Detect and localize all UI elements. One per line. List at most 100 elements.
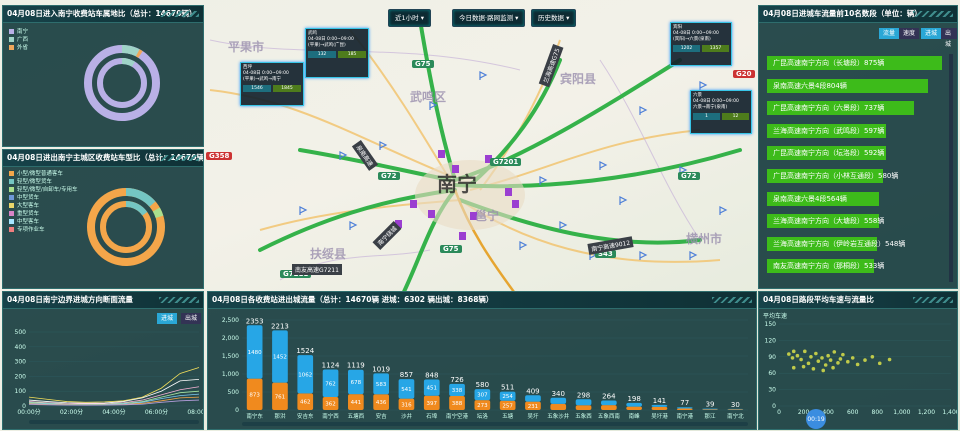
bar-segment-out[interactable] [651,406,668,410]
legend-item[interactable]: 大型客车 [9,202,78,210]
chart-zoom-slider[interactable] [242,422,748,426]
legend-item[interactable]: 重型货车 [9,210,78,218]
toggle-in-city[interactable]: 进城 [921,28,942,39]
scatter-point[interactable] [787,352,791,356]
scatter-point[interactable] [821,368,826,373]
legend-item[interactable]: 小型/微型普通客车 [9,170,78,178]
legend-item[interactable]: 轻型/微型货车 [9,178,78,186]
toggle-speed[interactable]: 速度 [899,28,920,39]
toggle-flow[interactable]: 流量 [879,28,900,39]
map-station-card[interactable]: 西坪 04-08日 0:00~09:00 (平果)→武鸣→南宁 1546 1845 [240,62,304,106]
scatter-point[interactable] [791,349,796,354]
bar-segment-in[interactable] [676,407,693,409]
scatter-point[interactable] [855,362,860,367]
scatter-point[interactable] [799,357,803,362]
time-range-select[interactable]: 近1小时 ▾ [388,9,431,27]
bar-segment-out[interactable] [601,405,617,410]
scatter-point[interactable] [831,365,835,370]
bar-total-label: 1124 [322,362,340,370]
scatter-point[interactable] [820,356,824,360]
bar-segment-in[interactable] [550,397,567,404]
scatter-point[interactable] [811,367,816,371]
rank-item[interactable]: 广昆高速南宁方向（小林互通段）580辆 [767,169,898,183]
scatter-point[interactable] [795,353,800,358]
bar-segment-in[interactable] [575,399,592,406]
scatter-point[interactable] [790,356,795,360]
scatter-point[interactable] [850,356,855,360]
scatter-point[interactable] [838,357,843,361]
scatter-point[interactable] [823,363,828,367]
scatter-point[interactable] [801,364,806,369]
scatter-point[interactable] [806,361,811,366]
toggle-in-city[interactable]: 进城 [157,313,178,324]
rank-item[interactable]: 广昆高速南宁方向（六景段）737辆 [767,101,914,116]
x-tick-label: 坛洛 [477,412,489,420]
scrollbar[interactable] [949,54,953,282]
legend-item[interactable]: 专项作业车 [9,226,78,234]
bar-segment-out[interactable] [626,406,642,410]
station-flow-bar-chart[interactable]: 2,500 2,000 1,500 1,000 500 0 1480 873 2353 南宁东 14… [208,310,756,429]
rank-item[interactable]: 泉南高速六景4段564辆 [767,191,879,206]
legend-item[interactable]: 南宁 [9,28,28,36]
rank-item[interactable]: 兰海高速南宁方向（大塘段）558辆 [767,214,884,229]
bar-value-label: 362 [325,401,336,407]
legend-label: 大型客车 [17,203,40,209]
scatter-point[interactable] [841,352,845,357]
scatter-point[interactable] [877,361,882,366]
origin-donut-chart[interactable] [81,42,163,124]
scatter-point[interactable] [826,353,830,358]
scatter-point[interactable] [828,358,833,362]
bar-segment-out[interactable] [702,409,718,410]
scatter-point[interactable] [816,359,821,363]
rank-item[interactable]: 兰海高速南宁方向（伊岭岩互通段）548辆 [767,236,905,251]
toggle-out-city[interactable]: 出城 [941,28,957,48]
rank-item[interactable]: 广昆高速南宁方向（坛洛段）592辆 [767,146,886,161]
scatter-point[interactable] [846,359,850,364]
bar-segment-out[interactable] [575,405,592,410]
legend-item[interactable]: 轻型/微型/自卸车/专用车 [9,186,78,194]
bar-segment-in[interactable] [626,402,642,407]
scatter-point[interactable] [791,365,796,370]
scatter-point[interactable] [814,351,818,356]
bar-segment-in[interactable] [601,400,617,406]
bar-segment-out[interactable] [727,409,744,410]
boundary-flow-line-chart[interactable]: 500400300200100000:00分 02:00分 04:00分 06:00分… [3,326,203,429]
bar-segment-out[interactable] [550,403,567,410]
rank-item[interactable]: 兰海高速南宁方向（武鸣段）597辆 [767,123,886,138]
x-tick-label: 五象西 [575,412,592,420]
toggle-out-city[interactable]: 出城 [181,313,202,324]
scatter-point[interactable] [832,350,837,354]
bar-segment-in[interactable] [651,404,668,407]
y-tick-label: 30 [768,387,776,394]
bar-value-label: 254 [502,394,513,400]
legend-item[interactable]: 中型客车 [9,218,78,226]
rank-item[interactable]: 广昆高速南宁方向（长塘段）875辆 [767,56,942,70]
legend-item[interactable]: 中型货车 [9,194,78,202]
scatter-point[interactable] [887,357,892,362]
scatter-point[interactable] [836,361,840,365]
map-station-card[interactable]: 六景 04-08日 0:00~09:00 六景→南宁(泉南) 1 12 [690,90,752,134]
scatter-point[interactable] [809,355,813,359]
history-select[interactable]: 历史数据 ▾ [531,9,577,27]
map-station-card[interactable]: 武鸣 04-08日 0:00~09:00 (平果)→武鸣(广昆) 132 185 [305,28,369,78]
x-tick-label: 吴圩 [527,412,539,420]
rank-item[interactable]: 南友高速南宁方向（那桐段）533辆 [767,259,884,274]
x-tick-label: 安吉东 [297,412,314,420]
scatter-point[interactable] [863,358,867,362]
chart-zoom-slider[interactable] [29,420,199,424]
data-source-select[interactable]: 今日数据·路网监测 ▾ [452,9,526,27]
bar-segment-in[interactable] [525,395,541,402]
time-badge[interactable]: 00:19 [806,409,826,429]
x-tick-label: 02:00分 [60,408,83,416]
legend-item[interactable]: 广西 [9,36,28,44]
bar-segment-in[interactable] [702,408,718,410]
scatter-point[interactable] [803,349,807,354]
bar-segment-out[interactable] [676,408,693,410]
legend-item[interactable]: 外省 [9,44,28,52]
rank-item[interactable]: 泉南高速六景4段804辆 [767,78,928,93]
vehicle-type-donut-chart[interactable] [83,184,169,270]
scatter-point[interactable] [870,355,875,359]
map-station-card[interactable]: 宾阳 04-08日 0:00~09:00 (宾阳)→六景(泉南) 1202 135… [670,22,732,66]
bar-total-label: 409 [526,387,539,395]
speed-flow-scatter-chart[interactable]: 平均车速15012090603000 200 400 600 800 1,000 1,200… [759,310,957,429]
